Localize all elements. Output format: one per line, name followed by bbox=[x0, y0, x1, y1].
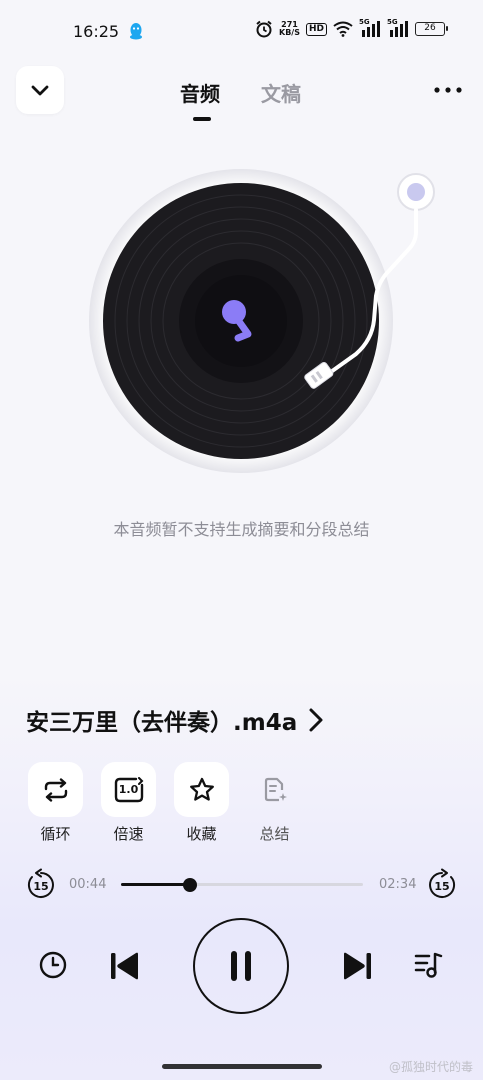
pause-icon bbox=[231, 951, 251, 981]
speed-button[interactable]: 1.0 bbox=[101, 762, 156, 817]
playlist-button[interactable] bbox=[413, 950, 445, 980]
speed-label: 倍速 bbox=[113, 825, 144, 843]
header: 音频 文稿 bbox=[0, 66, 483, 126]
more-dots-icon bbox=[434, 87, 462, 93]
action-speed[interactable]: 1.0 倍速 bbox=[101, 762, 156, 844]
previous-button[interactable] bbox=[106, 948, 142, 984]
sleep-timer-button[interactable] bbox=[38, 950, 68, 980]
play-pause-button[interactable] bbox=[193, 918, 289, 1014]
more-button[interactable] bbox=[433, 80, 463, 100]
network-speed: 271 KB/S bbox=[279, 21, 300, 37]
total-duration: 02:34 bbox=[379, 877, 417, 892]
status-bar: 16:25 271 KB/S HD 5G 5G 26 bbox=[0, 0, 483, 60]
qq-icon bbox=[130, 23, 142, 40]
loop-icon bbox=[44, 777, 67, 802]
song-title-row[interactable]: 安三万里（去伴奏）.m4a bbox=[26, 703, 466, 737]
signal-icon-sim1: 5G bbox=[359, 18, 381, 38]
collapse-button[interactable] bbox=[16, 66, 64, 114]
wifi-icon bbox=[333, 21, 353, 37]
elapsed-time: 00:44 bbox=[69, 877, 107, 892]
watermark: @孤独时代的毒 bbox=[388, 1060, 473, 1074]
hd-icon: HD bbox=[305, 22, 327, 36]
speed-value: 1.0 bbox=[118, 782, 139, 796]
action-bar: 循环 1.0 倍速 收藏 总结 bbox=[28, 762, 302, 844]
signal-icon-sim2: 5G bbox=[387, 18, 409, 38]
star-icon bbox=[189, 777, 214, 801]
playback-controls bbox=[0, 918, 483, 1014]
summary-button[interactable] bbox=[247, 762, 302, 817]
skip-previous-icon bbox=[111, 952, 138, 980]
clock-icon bbox=[39, 951, 67, 979]
progress-slider[interactable] bbox=[121, 877, 363, 892]
chevron-right-icon[interactable] bbox=[307, 707, 325, 733]
network-speed-unit: KB/S bbox=[279, 28, 300, 37]
speed-icon: 1.0 bbox=[114, 776, 144, 803]
skip-back-15-button[interactable]: 15 bbox=[26, 868, 56, 902]
action-summary[interactable]: 总结 bbox=[247, 762, 302, 844]
next-button[interactable] bbox=[340, 948, 376, 984]
status-icons: 271 KB/S HD 5G 5G 26 bbox=[255, 18, 448, 38]
alarm-icon bbox=[256, 20, 272, 38]
favorite-button[interactable] bbox=[174, 762, 229, 817]
battery-indicator: 26 bbox=[415, 22, 448, 36]
chevron-down-icon bbox=[31, 85, 49, 96]
skip-back-seconds: 15 bbox=[33, 880, 49, 893]
tab-transcript[interactable]: 文稿 bbox=[261, 78, 301, 107]
summary-unsupported-notice: 本音频暂不支持生成摘要和分段总结 bbox=[113, 520, 370, 539]
song-title[interactable]: 安三万里（去伴奏）.m4a bbox=[26, 703, 297, 737]
action-loop[interactable]: 循环 bbox=[28, 762, 83, 844]
tonearm-icon bbox=[304, 173, 435, 389]
skip-forward-15-button[interactable]: 15 bbox=[427, 868, 457, 902]
loop-label: 循环 bbox=[40, 825, 71, 843]
summary-icon bbox=[264, 777, 287, 801]
status-time: 16:25 bbox=[73, 22, 120, 41]
progress-fill bbox=[121, 883, 190, 886]
favorite-label: 收藏 bbox=[186, 825, 217, 843]
skip-next-icon bbox=[344, 952, 371, 980]
progress-thumb[interactable] bbox=[183, 877, 197, 892]
home-indicator[interactable] bbox=[162, 1064, 322, 1069]
skip-forward-seconds: 15 bbox=[434, 880, 450, 893]
playlist-icon bbox=[414, 952, 443, 978]
loop-button[interactable] bbox=[28, 762, 83, 817]
tab-audio[interactable]: 音频 bbox=[180, 78, 220, 107]
action-favorite[interactable]: 收藏 bbox=[174, 762, 229, 844]
summary-label: 总结 bbox=[259, 825, 290, 843]
progress-row: 15 00:44 02:34 15 bbox=[0, 868, 483, 902]
tab-indicator bbox=[193, 117, 211, 121]
